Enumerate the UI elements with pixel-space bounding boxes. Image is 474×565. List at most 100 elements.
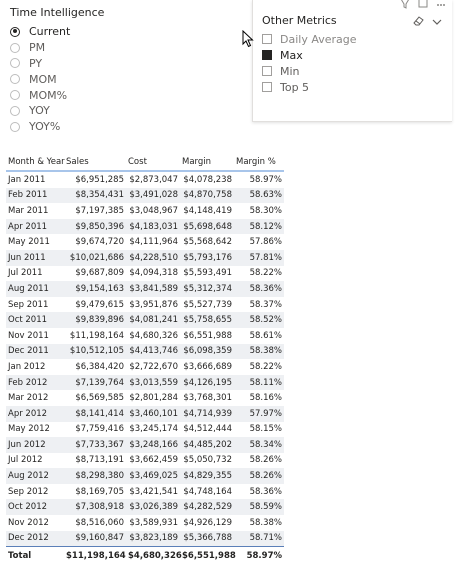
table-cell: Nov 2011 bbox=[8, 330, 49, 341]
checkbox-option[interactable]: Max bbox=[262, 47, 357, 63]
checkbox-icon[interactable] bbox=[262, 50, 272, 60]
table-cell: 58.36% bbox=[234, 281, 284, 297]
table-row[interactable]: Oct 2012 $7,308,918 $3,026,389 $4,282,529 58… bbox=[6, 499, 284, 516]
radio-option-label: YOY% bbox=[29, 120, 61, 134]
table-row[interactable]: Sep 2011 $9,479,615 $3,951,876 $5,527,739 58… bbox=[6, 297, 284, 313]
table-cell: $4,714,939 bbox=[180, 405, 234, 422]
table-cell: $3,951,876 bbox=[129, 299, 178, 310]
table-cell: Jul 2012 bbox=[8, 455, 43, 466]
checkbox-icon[interactable] bbox=[262, 66, 272, 76]
radio-option[interactable]: YOY bbox=[8, 103, 208, 119]
table-cell: $6,551,988 bbox=[183, 330, 232, 341]
checkbox-option[interactable]: Top 5 bbox=[262, 79, 357, 95]
table-cell: $3,666,689 bbox=[183, 361, 232, 372]
radio-option[interactable]: Current bbox=[8, 24, 208, 40]
table-cell: $3,460,101 bbox=[126, 405, 180, 422]
table-row[interactable]: Jan 2011 $6,951,285 $2,873,047 $4,078,238 58… bbox=[6, 171, 284, 188]
radio-button-icon[interactable] bbox=[10, 26, 20, 37]
table-cell: $6,951,285 bbox=[75, 174, 124, 185]
table-row[interactable]: Nov 2012 $8,516,060 $3,589,931 $4,926,129 58… bbox=[6, 515, 284, 531]
checkbox-option-label: Min bbox=[280, 64, 300, 78]
table-cell: $7,733,367 bbox=[64, 437, 126, 453]
table-cell: $8,354,431 bbox=[64, 187, 126, 204]
table-cell: $6,098,359 bbox=[180, 343, 234, 360]
radio-button-icon[interactable] bbox=[10, 105, 20, 116]
table-cell: Aug 2011 bbox=[6, 281, 64, 297]
table-row[interactable]: Jan 2012 $6,384,420 $2,722,670 $3,666,689 58… bbox=[6, 359, 284, 375]
checkbox-icon[interactable] bbox=[262, 82, 272, 92]
radio-button-icon[interactable] bbox=[10, 58, 20, 69]
radio-option[interactable]: MOM% bbox=[8, 87, 208, 103]
table-cell: $4,111,964 bbox=[129, 237, 178, 248]
table-cell: Sep 2011 bbox=[8, 299, 49, 310]
checkbox-option[interactable]: Daily Average bbox=[262, 31, 357, 47]
table-cell: $4,126,195 bbox=[180, 374, 234, 391]
table-row[interactable]: Aug 2011 $9,154,163 $3,841,589 $5,312,374 58… bbox=[6, 281, 284, 297]
table-cell: May 2011 bbox=[8, 237, 50, 248]
chevron-down-icon[interactable] bbox=[432, 12, 442, 31]
time-intelligence-options: Current PM PY MOM MOM% YOY YOY% bbox=[8, 24, 208, 135]
table-row[interactable]: Jul 2011 $9,687,809 $4,094,318 $5,593,491 58… bbox=[6, 266, 284, 282]
table-cell: 58.15% bbox=[249, 424, 282, 435]
table-cell: Mar 2011 bbox=[8, 205, 49, 216]
radio-option-label: Current bbox=[29, 25, 71, 39]
table-row[interactable]: Dec 2012 $9,160,847 $3,823,189 $5,366,788 58… bbox=[6, 530, 284, 547]
table-cell: 58.34% bbox=[234, 437, 284, 453]
table-row[interactable]: Feb 2012 $7,139,764 $3,013,559 $4,126,195 58… bbox=[6, 374, 284, 391]
table-row[interactable]: Feb 2011 $8,354,431 $3,491,028 $4,870,758 58… bbox=[6, 187, 284, 204]
radio-option[interactable]: MOM bbox=[8, 71, 208, 87]
table-row[interactable]: Mar 2012 $6,569,585 $2,801,284 $3,768,301 58… bbox=[6, 390, 284, 406]
table-cell: $8,713,191 bbox=[75, 455, 124, 466]
table-cell: $4,829,355 bbox=[180, 468, 234, 484]
table-cell: $8,298,380 bbox=[64, 468, 126, 484]
table-row[interactable]: Apr 2011 $9,850,396 $4,183,031 $5,698,648 58… bbox=[6, 218, 284, 235]
radio-option[interactable]: PM bbox=[8, 40, 208, 56]
checkbox-option[interactable]: Min bbox=[262, 63, 357, 79]
table-row[interactable]: Oct 2011 $9,839,896 $4,081,241 $5,758,655 58… bbox=[6, 312, 284, 328]
eraser-icon[interactable] bbox=[412, 12, 424, 31]
other-metrics-slicer: Other Metrics Daily Average Max Min Top … bbox=[252, 0, 452, 122]
table-row[interactable]: Jun 2011 $10,021,686 $4,228,510 $5,793,176 5… bbox=[6, 249, 284, 266]
table-cell: 58.52% bbox=[234, 312, 284, 328]
table-cell: $3,662,459 bbox=[129, 455, 178, 466]
column-header-margin[interactable]: Margin bbox=[180, 154, 234, 172]
checkbox-option-label: Max bbox=[280, 48, 303, 62]
table-cell: $7,308,918 bbox=[64, 499, 126, 516]
table-cell: $3,048,967 bbox=[129, 205, 178, 216]
column-header-cost[interactable]: Cost bbox=[126, 154, 180, 172]
filter-icon[interactable] bbox=[400, 0, 410, 13]
radio-option-label: YOY bbox=[29, 104, 50, 118]
radio-button-icon[interactable] bbox=[10, 90, 20, 101]
column-header-month-year[interactable]: Month & Year bbox=[6, 154, 65, 172]
table-cell: $4,094,318 bbox=[129, 268, 178, 279]
table-row[interactable]: Sep 2012 $8,169,705 $3,421,541 $4,748,164 58… bbox=[6, 484, 284, 500]
table-row[interactable]: Apr 2012 $8,141,414 $3,460,101 $4,714,939 57… bbox=[6, 405, 284, 422]
table-row[interactable]: Aug 2012 $8,298,380 $3,469,025 $4,829,355 58… bbox=[6, 468, 284, 484]
table-row[interactable]: Jun 2012 $7,733,367 $3,248,166 $4,485,202 58… bbox=[6, 437, 284, 453]
checkbox-icon[interactable] bbox=[262, 34, 272, 44]
table-cell: $4,926,129 bbox=[183, 517, 232, 528]
table-row[interactable]: May 2012 $7,759,416 $3,245,174 $4,512,444 58… bbox=[6, 422, 284, 438]
radio-button-icon[interactable] bbox=[10, 42, 20, 53]
time-intelligence-slicer: Time Intelligence Current PM PY MOM MOM%… bbox=[8, 6, 208, 135]
table-cell: $2,722,670 bbox=[129, 361, 178, 372]
table-row[interactable]: May 2011 $9,674,720 $4,111,964 $5,568,642 57… bbox=[6, 234, 284, 250]
radio-button-icon[interactable] bbox=[10, 121, 20, 132]
column-header-sales[interactable]: Sales bbox=[64, 154, 126, 172]
table-cell: Jun 2011 bbox=[6, 249, 64, 266]
radio-button-icon[interactable] bbox=[10, 74, 20, 85]
radio-option[interactable]: YOY% bbox=[8, 119, 208, 135]
table-row[interactable]: Nov 2011 $11,198,164 $4,680,326 $6,551,988 5… bbox=[6, 328, 284, 344]
table-row[interactable]: Mar 2011 $7,197,385 $3,048,967 $4,148,419 58… bbox=[6, 203, 284, 219]
table-cell: Feb 2012 bbox=[6, 374, 64, 391]
table-cell: $4,282,529 bbox=[180, 499, 234, 516]
column-header-margin-percent[interactable]: Margin % bbox=[234, 154, 284, 172]
table-row[interactable]: Jul 2012 $8,713,191 $3,662,459 $5,050,732 58… bbox=[6, 453, 284, 469]
table-header-row: Month & Year Sales Cost Margin Margin % bbox=[6, 154, 284, 172]
table-cell: 58.11% bbox=[234, 374, 284, 391]
table-cell: May 2012 bbox=[8, 424, 50, 435]
radio-option[interactable]: PY bbox=[8, 56, 208, 72]
table-cell: Feb 2011 bbox=[6, 187, 64, 204]
table-cell: 58.30% bbox=[249, 205, 282, 216]
table-row[interactable]: Dec 2011 $10,512,105 $4,413,746 $6,098,359 5… bbox=[6, 343, 284, 360]
